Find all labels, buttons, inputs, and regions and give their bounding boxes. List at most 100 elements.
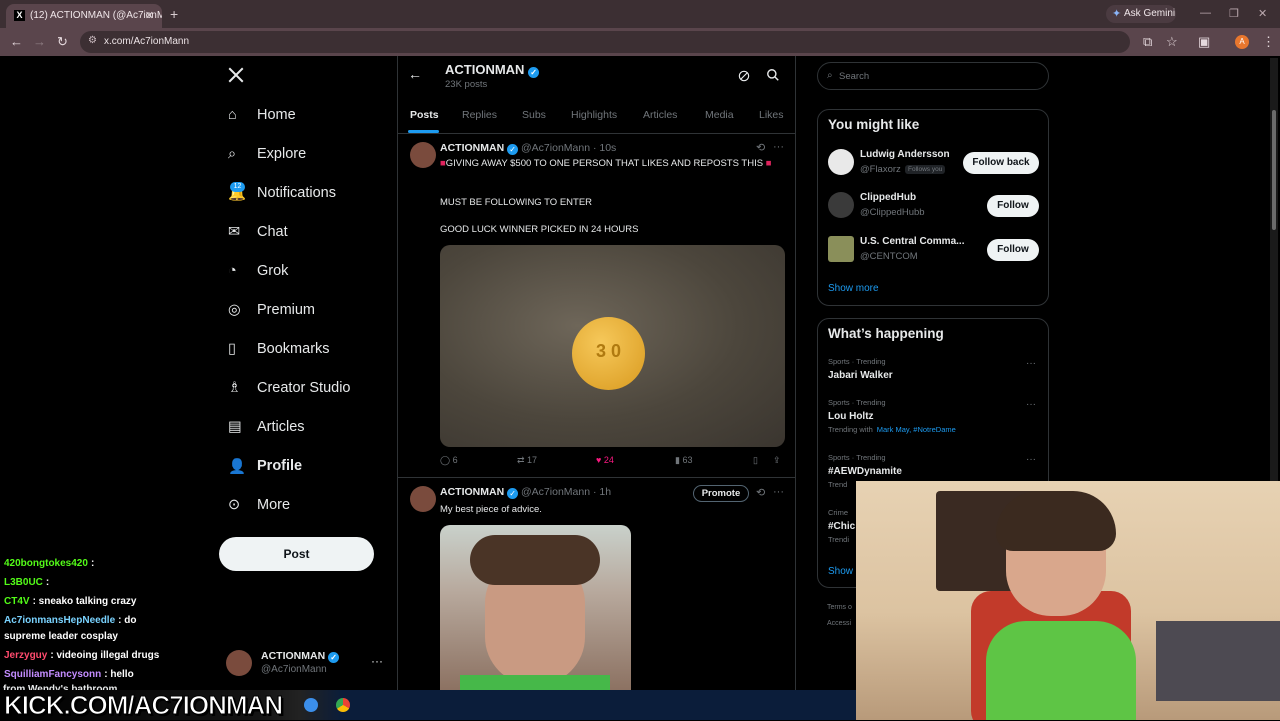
hair-shape	[996, 491, 1116, 551]
close-window-icon[interactable]: ✕	[1258, 7, 1267, 20]
chat-username[interactable]: L3B0UC	[4, 577, 43, 588]
grok-icon[interactable]: ⟲	[756, 141, 765, 154]
grok-icon[interactable]: ⟲	[756, 486, 765, 499]
avatar	[226, 650, 252, 676]
avatar[interactable]	[828, 192, 854, 218]
views-button[interactable]: ▮ 63	[675, 455, 692, 466]
chat-text: : do	[118, 615, 137, 626]
suggested-user-name[interactable]: U.S. Central Comma...	[860, 236, 964, 247]
trend-extra-prefix: Trendi	[828, 535, 849, 544]
bookmark-star-icon[interactable]: ☆	[1166, 34, 1178, 50]
tab-subs[interactable]: Subs	[522, 109, 546, 121]
site-info-icon[interactable]: ⚙	[88, 35, 97, 46]
profile-title: ACTIONMAN ✓	[445, 62, 540, 78]
follow-button[interactable]: Follow	[987, 195, 1039, 217]
bottom-banner: KICK.COM/AC7IONMAN	[0, 690, 856, 721]
post-time[interactable]: · 10s	[593, 142, 616, 154]
tab-posts[interactable]: Posts	[410, 109, 439, 121]
tab-articles[interactable]: Articles	[643, 109, 677, 121]
video-thumbnail[interactable]	[440, 525, 631, 695]
suggested-user-name[interactable]: Ludwig Andersson	[860, 149, 950, 160]
trend-topic[interactable]: Jabari Walker	[828, 370, 893, 381]
scrollbar-thumb[interactable]	[1272, 110, 1276, 230]
post-button[interactable]: Post	[219, 537, 374, 571]
close-tab-icon[interactable]: ✕	[145, 9, 154, 22]
edge-taskbar-icon[interactable]	[304, 698, 318, 712]
post-more-icon[interactable]: ···	[773, 141, 784, 153]
new-tab-button[interactable]: +	[170, 6, 178, 22]
suggested-user-name[interactable]: ClippedHub	[860, 192, 916, 203]
chat-username[interactable]: 420bongtokes420	[4, 558, 88, 569]
forward-icon[interactable]: →	[33, 34, 46, 49]
follow-back-button[interactable]: Follow back	[963, 152, 1039, 174]
post-author-name[interactable]: ACTIONMAN	[440, 486, 504, 498]
post-image[interactable]: 3 0	[440, 245, 785, 447]
trend-topic[interactable]: #AEWDynamite	[828, 466, 902, 477]
nav-item-label: Creator Studio	[257, 380, 351, 396]
post-actions: ◯ 6 ⇄ 17 ♥ 24 ▮ 63 ▯ ⇪	[440, 455, 785, 469]
avatar[interactable]	[410, 142, 436, 168]
back-icon[interactable]: ←	[10, 34, 23, 49]
cast-icon[interactable]: ⧉	[1143, 34, 1152, 50]
post-count: 23K posts	[445, 79, 488, 90]
avatar[interactable]	[410, 486, 436, 512]
show-more-link[interactable]: Show more	[828, 283, 879, 294]
like-button[interactable]: ♥ 24	[596, 455, 614, 465]
show-more-trends-link[interactable]: Show	[828, 566, 853, 577]
chrome-taskbar-icon[interactable]	[336, 698, 350, 712]
back-arrow-icon[interactable]: ←	[408, 66, 422, 82]
ask-gemini-button[interactable]: ✦ Ask Gemini	[1106, 5, 1176, 23]
suggested-user-handle: @CENTCOM	[860, 251, 918, 262]
account-handle: @Ac7ionMann	[261, 664, 327, 675]
browser-tab[interactable]: X (12) ACTIONMAN (@Ac7ionMa... ✕	[6, 4, 162, 28]
avatar[interactable]	[828, 149, 854, 175]
account-switcher[interactable]: ACTIONMAN ✓ @Ac7ionMann ···	[226, 650, 391, 680]
share-icon[interactable]: ⇪	[773, 455, 781, 466]
nav-item-label: More	[257, 497, 291, 513]
url-field[interactable]: ⚙ x.com/Ac7ionMann	[80, 31, 1130, 53]
trend-related-links[interactable]: Mark May, #NotreDame	[877, 425, 956, 434]
post-time[interactable]: · 1h	[593, 486, 611, 498]
tab-likes[interactable]: Likes	[759, 109, 784, 121]
tab-media[interactable]: Media	[705, 109, 734, 121]
trend-topic[interactable]: Lou Holtz	[828, 411, 874, 422]
post-header: ACTIONMAN ✓ @Ac7ionMann · 1h	[440, 486, 611, 499]
repost-button[interactable]: ⇄ 17	[517, 455, 537, 466]
footer-terms-link[interactable]: Terms o	[827, 604, 852, 611]
promote-button[interactable]: Promote	[693, 485, 749, 502]
hair-shape	[470, 535, 600, 585]
nav-item-label: Home	[257, 107, 296, 123]
trend-more-icon[interactable]: ···	[1026, 399, 1036, 410]
post-more-icon[interactable]: ···	[773, 486, 784, 498]
menu-icon[interactable]: ⋮	[1262, 34, 1275, 50]
chat-username[interactable]: CT4V	[4, 596, 30, 607]
follow-button[interactable]: Follow	[987, 239, 1039, 261]
nav-item-label: Premium	[257, 302, 316, 318]
search-box[interactable]: ⌕ Search	[817, 62, 1049, 90]
profile-avatar-icon[interactable]: A	[1235, 35, 1249, 49]
bookmark-icon[interactable]: ▯	[753, 455, 758, 466]
chat-username[interactable]: Ac7ionmansHepNeedle	[4, 615, 115, 626]
tab-replies[interactable]: Replies	[462, 109, 497, 121]
footer-accessibility-link[interactable]: Accessi	[827, 620, 851, 627]
trend-more-icon[interactable]: ···	[1026, 454, 1036, 465]
reply-button[interactable]: ◯ 6	[440, 455, 458, 466]
sidepanel-icon[interactable]: ▣	[1198, 34, 1210, 50]
post-author-name[interactable]: ACTIONMAN	[440, 142, 504, 154]
search-icon[interactable]	[766, 68, 780, 82]
trend-meta: Sports · Trending	[828, 453, 886, 462]
restore-icon[interactable]: ❐	[1229, 7, 1239, 20]
pill-text: 3 0	[595, 341, 622, 361]
avatar[interactable]	[828, 236, 854, 262]
reload-icon[interactable]: ↻	[57, 34, 68, 50]
trend-topic[interactable]: #Chic	[828, 521, 855, 532]
trend-more-icon[interactable]: ···	[1026, 358, 1036, 369]
grok-analyze-icon[interactable]	[737, 69, 751, 83]
chat-username[interactable]: Jerzyguy	[4, 650, 47, 661]
chat-username[interactable]: SquilliamFancysonn	[4, 669, 101, 680]
post-author-handle[interactable]: @Ac7ionMann	[521, 142, 590, 154]
tab-highlights[interactable]: Highlights	[571, 109, 617, 121]
minimize-icon[interactable]: —	[1200, 7, 1211, 19]
post-author-handle[interactable]: @Ac7ionMann	[521, 486, 590, 498]
x-logo-icon[interactable]	[227, 66, 245, 84]
